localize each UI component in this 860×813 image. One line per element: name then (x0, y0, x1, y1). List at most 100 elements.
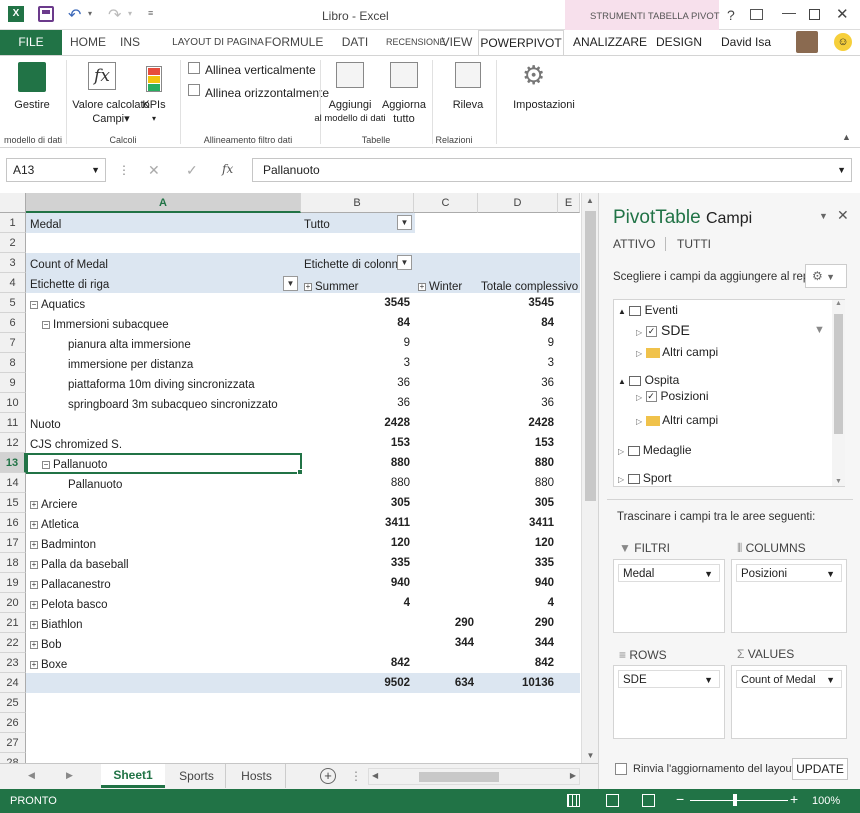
collapse-icon[interactable]: − (30, 300, 38, 309)
selected-cell[interactable] (26, 453, 302, 474)
panel-options-icon[interactable]: ▼ (819, 211, 828, 221)
kpis-button[interactable]: KPIs ▾ (140, 98, 168, 126)
tab-review[interactable]: RECENSIONE (386, 30, 446, 55)
zoom-slider-thumb[interactable] (733, 794, 737, 806)
redo-dropdown-icon[interactable]: ▾ (128, 9, 132, 18)
refresh-all-button[interactable]: Aggiorna tutto (378, 98, 430, 126)
field-posizioni[interactable]: ▷ ✓ Posizioni (636, 386, 709, 406)
insert-function-icon[interactable]: fx (222, 162, 233, 176)
sheet-tabs-more-icon[interactable]: ⋮ (350, 769, 362, 783)
fill-handle[interactable] (297, 469, 303, 475)
row-header[interactable]: 14 (0, 473, 26, 493)
defer-update-checkbox[interactable] (615, 763, 627, 775)
align-horizontal-button[interactable]: Allinea orizzontalmente (205, 86, 329, 100)
align-vertical-button[interactable]: Allinea verticalmente (205, 63, 316, 77)
page-layout-view-icon[interactable] (606, 794, 619, 807)
row-header[interactable]: 25 (0, 693, 26, 713)
tab-data[interactable]: DATI (337, 30, 373, 55)
collapse-ribbon-icon[interactable]: ▲ (842, 132, 851, 142)
save-icon[interactable] (38, 6, 54, 22)
horizontal-scrollbar[interactable]: ◀ ▶ (368, 768, 580, 785)
row-header[interactable]: 9 (0, 373, 26, 393)
row-header[interactable]: 15 (0, 493, 26, 513)
values-field-dropdown-icon[interactable]: ▼ (826, 671, 835, 689)
expand-icon[interactable]: + (30, 520, 38, 529)
undo-icon[interactable]: ↶ (68, 5, 81, 25)
row-header[interactable]: 13 (0, 453, 26, 473)
prev-sheet-icon[interactable]: ◀ (28, 770, 35, 781)
rows-field-pill[interactable]: SDE ▼ (618, 670, 720, 688)
row-labels-filter-icon[interactable]: ▼ (283, 276, 298, 291)
field-table-sport[interactable]: ▷ Sport (618, 468, 672, 488)
tab-file[interactable]: FILE (0, 30, 62, 55)
row-header[interactable]: 27 (0, 733, 26, 753)
columns-area[interactable]: Posizioni ▼ (731, 559, 847, 633)
vertical-scroll-thumb[interactable] (585, 211, 596, 501)
vertical-scrollbar[interactable]: ▲ ▼ (581, 193, 598, 763)
column-header-d[interactable]: D (478, 193, 558, 213)
smiley-feedback-icon[interactable]: ☺ (834, 33, 852, 51)
scroll-up-icon[interactable]: ▲ (582, 196, 598, 205)
expand-icon[interactable]: + (30, 540, 38, 549)
filters-field-pill[interactable]: Medal ▼ (618, 564, 720, 582)
row-header[interactable]: 12 (0, 433, 26, 453)
expand-icon[interactable]: + (30, 560, 38, 569)
settings-button[interactable]: Impostazioni (508, 98, 580, 112)
confirm-entry-icon[interactable]: ✓ (186, 162, 198, 179)
row-header[interactable]: 18 (0, 553, 26, 573)
rows-area[interactable]: SDE ▼ (613, 665, 725, 739)
row-header[interactable]: 11 (0, 413, 26, 433)
column-header-b[interactable]: B (301, 193, 414, 213)
page-break-view-icon[interactable] (642, 794, 655, 807)
values-field-pill[interactable]: Count of Medal ▼ (736, 670, 842, 688)
column-header-c[interactable]: C (414, 193, 478, 213)
field-scroll-up-icon[interactable]: ▲ (832, 300, 845, 307)
field-list-settings-button[interactable]: ⚙ ▼ (805, 264, 847, 288)
field-altri-campi-1[interactable]: ▷ Altri campi (636, 342, 718, 362)
close-window-button[interactable]: ✕ (836, 5, 849, 23)
pivot-filter-dropdown-icon[interactable]: ▼ (397, 215, 412, 230)
row-header[interactable]: 20 (0, 593, 26, 613)
tab-insert[interactable]: INS (114, 30, 146, 55)
sheet-tab-sports[interactable]: Sports (168, 764, 226, 788)
restore-button[interactable] (809, 9, 820, 20)
normal-view-icon[interactable] (567, 794, 580, 807)
zoom-in-icon[interactable]: + (790, 791, 798, 807)
undo-dropdown-icon[interactable]: ▾ (88, 9, 92, 18)
filters-field-dropdown-icon[interactable]: ▼ (704, 565, 713, 583)
next-sheet-icon[interactable]: ▶ (66, 770, 73, 781)
tab-design[interactable]: DESIGN (654, 30, 704, 55)
customize-toolbar-icon[interactable]: ≡ (148, 8, 153, 18)
row-header[interactable]: 17 (0, 533, 26, 553)
name-box[interactable]: A13 ▼ (6, 158, 106, 182)
field-sde[interactable]: ▷ ✓ SDE (636, 320, 690, 340)
zoom-out-icon[interactable]: − (676, 791, 684, 807)
tab-analyze[interactable]: ANALIZZARE (572, 30, 648, 55)
row-header[interactable]: 26 (0, 713, 26, 733)
worksheet-grid[interactable]: A B C D E Medal Tutto ▼ Count of Medal E… (0, 193, 598, 773)
row-header[interactable]: 3 (0, 253, 26, 273)
user-name[interactable]: David Isa (718, 30, 774, 55)
tab-active-fields[interactable]: ATTIVO (613, 237, 655, 251)
filters-area[interactable]: Medal ▼ (613, 559, 725, 633)
row-header[interactable]: 10 (0, 393, 26, 413)
column-header-e[interactable]: E (558, 193, 580, 213)
field-altri-campi-2[interactable]: ▷ Altri campi (636, 410, 718, 430)
expand-summer-icon[interactable]: + (304, 282, 312, 291)
row-header[interactable]: 2 (0, 233, 26, 253)
row-header[interactable]: 19 (0, 573, 26, 593)
cancel-entry-icon[interactable]: ✕ (148, 162, 160, 179)
tab-powerpivot[interactable]: POWERPIVOT (478, 30, 564, 55)
tab-view[interactable]: VIEW (440, 30, 474, 55)
row-header[interactable]: 5 (0, 293, 26, 313)
scroll-down-icon[interactable]: ▼ (582, 751, 599, 760)
field-list-scrollbar[interactable]: ▲ ▼ (832, 300, 845, 486)
expand-winter-icon[interactable]: + (418, 282, 426, 291)
row-header[interactable]: 16 (0, 513, 26, 533)
expand-icon[interactable]: + (30, 620, 38, 629)
field-scroll-thumb[interactable] (834, 314, 843, 434)
detect-button[interactable]: Rileva (448, 98, 488, 112)
add-to-model-button[interactable]: Aggiungi al modello di dati (312, 98, 388, 126)
expand-icon[interactable]: + (30, 640, 38, 649)
row-header[interactable]: 7 (0, 333, 26, 353)
